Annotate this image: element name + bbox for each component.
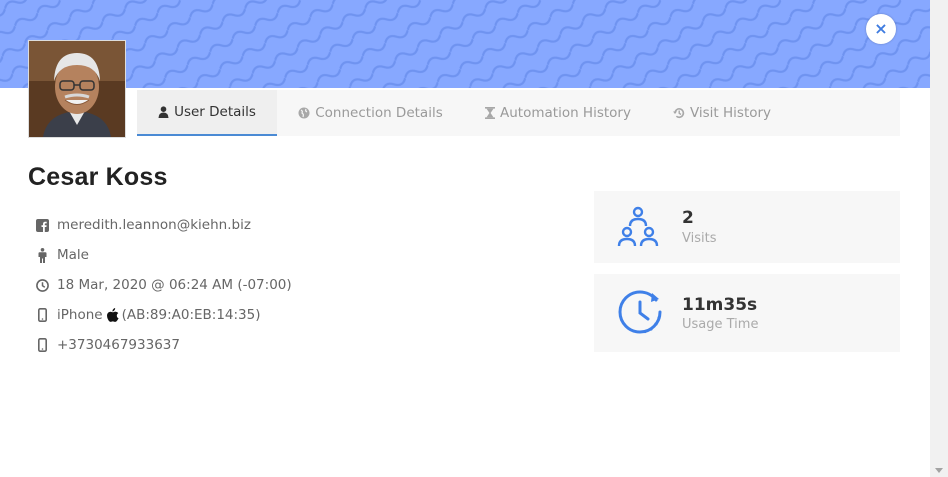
scroll-down-arrow-icon[interactable]	[935, 468, 943, 473]
device-mac-text: (AB:89:A0:EB:14:35)	[121, 307, 261, 323]
tab-label: Automation History	[500, 105, 631, 121]
tab-label: User Details	[174, 104, 256, 120]
email-text: meredith.leannon@kiehn.biz	[57, 217, 251, 233]
avatar	[28, 40, 126, 138]
profile-banner	[0, 0, 930, 88]
vertical-scrollbar[interactable]	[930, 0, 948, 477]
visits-stat-card: 2 Visits	[594, 191, 900, 263]
visits-label: Visits	[682, 231, 717, 246]
detail-email: meredith.leannon@kiehn.biz	[34, 210, 292, 240]
detail-gender: Male	[34, 240, 292, 270]
detail-phone: +3730467933637	[34, 330, 292, 360]
tab-label: Connection Details	[315, 105, 443, 121]
gender-text: Male	[57, 247, 89, 263]
globe-icon	[298, 107, 310, 119]
mobile-icon	[34, 308, 50, 322]
timer-icon	[616, 288, 664, 340]
device-name-text: iPhone	[57, 307, 103, 323]
mobile-icon	[34, 338, 50, 352]
user-icon	[158, 106, 169, 118]
clock-icon	[34, 278, 50, 292]
close-icon: ×	[874, 19, 888, 38]
tab-automation-history[interactable]: Automation History	[464, 90, 652, 136]
detail-device: iPhone (AB:89:A0:EB:14:35)	[34, 300, 292, 330]
user-details-list: meredith.leannon@kiehn.biz Male 18 Mar, …	[34, 210, 292, 360]
usage-value: 11m35s	[682, 295, 758, 315]
facebook-icon	[34, 218, 50, 232]
people-group-icon	[616, 204, 660, 252]
detail-last-seen: 18 Mar, 2020 @ 06:24 AM (-07:00)	[34, 270, 292, 300]
visits-value: 2	[682, 208, 694, 228]
history-icon	[672, 107, 685, 119]
tab-label: Visit History	[689, 105, 772, 121]
tab-connection-details[interactable]: Connection Details	[277, 90, 464, 136]
apple-icon	[106, 308, 119, 322]
user-name: Cesar Koss	[28, 163, 168, 191]
hourglass-icon	[485, 107, 496, 119]
phone-text: +3730467933637	[57, 337, 180, 353]
last-seen-text: 18 Mar, 2020 @ 06:24 AM (-07:00)	[57, 277, 292, 293]
tab-user-details[interactable]: User Details	[137, 90, 277, 136]
usage-label: Usage Time	[682, 317, 759, 332]
tab-visit-history[interactable]: Visit History	[652, 90, 792, 136]
usage-stat-card: 11m35s Usage Time	[594, 274, 900, 352]
male-icon	[34, 247, 50, 263]
wave-pattern	[0, 0, 930, 88]
close-button[interactable]: ×	[866, 14, 896, 44]
tab-bar: User Details Connection Details Automati…	[137, 90, 900, 136]
